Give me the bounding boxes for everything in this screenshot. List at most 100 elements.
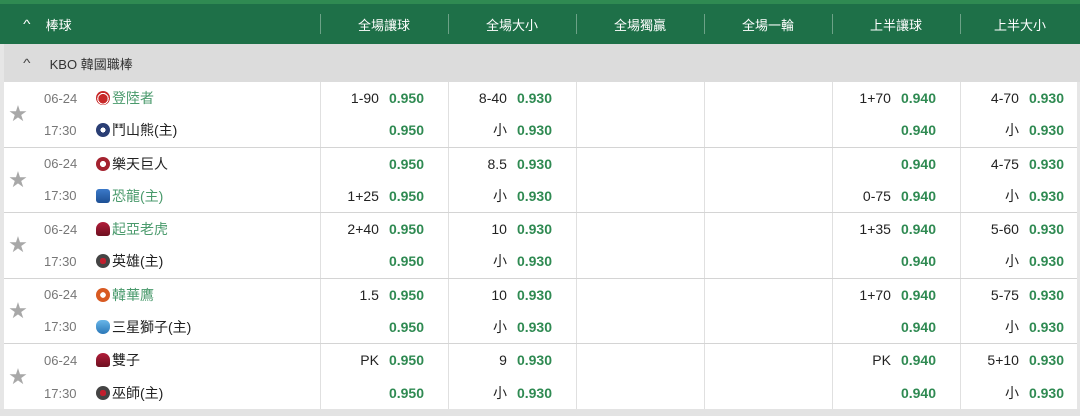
match-list: ★ 06-24 登陸者 17:30 鬥山熊(主) 1-90 0.950 0.950 8-40 0.… bbox=[4, 82, 1077, 410]
odds-option[interactable]: 4-75 0.930 bbox=[961, 148, 1077, 180]
chevron-up-icon: ^ bbox=[23, 56, 31, 70]
odds-option[interactable]: 0.950 bbox=[321, 148, 448, 180]
odds-price: 0.930 bbox=[516, 221, 552, 238]
odds-price: 0.930 bbox=[1028, 187, 1064, 204]
odds-option[interactable]: 0-75 0.940 bbox=[833, 180, 960, 212]
team-cell: 06-24 雙子 17:30 巫師(主) bbox=[32, 344, 320, 410]
odds-option[interactable]: 2+40 0.950 bbox=[321, 213, 448, 245]
team-cell: 06-24 韓華鷹 17:30 三星獅子(主) bbox=[32, 279, 320, 344]
favorite-toggle[interactable]: ★ bbox=[4, 148, 32, 213]
odds-option[interactable]: 5-60 0.930 bbox=[961, 213, 1077, 245]
odds-cell-full-total: 10 0.930 小 0.930 bbox=[448, 278, 576, 343]
odds-cell-full-moneyline bbox=[576, 344, 704, 410]
favorite-toggle[interactable]: ★ bbox=[4, 344, 32, 410]
odds-option[interactable]: 8-40 0.930 bbox=[449, 82, 576, 114]
odds-option[interactable]: 4-70 0.930 bbox=[961, 82, 1077, 114]
odds-price: 0.930 bbox=[1028, 286, 1064, 303]
odds-option[interactable]: 0.950 bbox=[321, 311, 448, 343]
odds-option[interactable]: 0.950 bbox=[321, 245, 448, 277]
favorite-toggle[interactable]: ★ bbox=[4, 82, 32, 147]
league-toggle[interactable]: ^ KBO 韓國職棒 bbox=[4, 44, 1080, 82]
odds-cell-full-first-inning bbox=[704, 213, 832, 278]
odds-option[interactable]: 0.940 bbox=[833, 114, 960, 146]
odds-price: 0.950 bbox=[388, 187, 424, 204]
odds-option[interactable]: 0.950 bbox=[321, 377, 448, 410]
odds-line: PK bbox=[360, 352, 379, 369]
odds-line: 5-75 bbox=[990, 286, 1019, 303]
match-row: ★ 06-24 起亞老虎 17:30 英雄(主) 2+40 0.950 0.950 10 0.93… bbox=[4, 213, 1077, 279]
odds-option[interactable]: 小 0.930 bbox=[961, 180, 1077, 212]
odds-option bbox=[705, 180, 832, 212]
odds-option[interactable]: 0.940 bbox=[833, 148, 960, 180]
odds-cell-full-first-inning bbox=[704, 82, 832, 147]
odds-option[interactable]: 小 0.930 bbox=[449, 377, 576, 410]
match-row: ★ 06-24 雙子 17:30 巫師(主) PK 0.950 0.950 9 0.930 小 0.9… bbox=[4, 344, 1077, 410]
odds-option[interactable]: 1+25 0.950 bbox=[321, 180, 448, 212]
odds-line: 小 bbox=[1004, 318, 1019, 335]
odds-cell-half-handicap: PK 0.940 0.940 bbox=[832, 344, 960, 410]
odds-option[interactable]: 0.940 bbox=[833, 245, 960, 277]
odds-option[interactable]: 小 0.930 bbox=[961, 114, 1077, 146]
odds-line: 小 bbox=[492, 122, 507, 139]
odds-option[interactable]: 0.940 bbox=[833, 311, 960, 343]
odds-option[interactable]: 小 0.930 bbox=[449, 311, 576, 343]
match-date: 06-24 bbox=[44, 352, 78, 368]
odds-option bbox=[705, 245, 832, 277]
odds-line: PK bbox=[872, 352, 891, 369]
odds-option[interactable]: 9 0.930 bbox=[449, 344, 576, 377]
odds-option[interactable]: 1+35 0.940 bbox=[833, 213, 960, 245]
odds-price: 0.940 bbox=[900, 385, 936, 402]
odds-line: 小 bbox=[1004, 122, 1019, 139]
odds-option[interactable]: PK 0.950 bbox=[321, 344, 448, 377]
odds-option[interactable]: 1+70 0.940 bbox=[833, 279, 960, 311]
favorite-toggle[interactable]: ★ bbox=[4, 279, 32, 344]
odds-option[interactable]: 1+70 0.940 bbox=[833, 82, 960, 114]
odds-line: 1+70 bbox=[859, 90, 891, 107]
star-icon: ★ bbox=[8, 363, 28, 389]
odds-option[interactable]: 小 0.930 bbox=[449, 180, 576, 212]
sport-toggle[interactable]: ^ 棒球 bbox=[0, 4, 320, 44]
odds-line: 5+10 bbox=[987, 352, 1019, 369]
odds-option[interactable]: 小 0.930 bbox=[961, 245, 1077, 277]
home-team-logo bbox=[96, 254, 110, 269]
odds-option[interactable]: 小 0.930 bbox=[961, 377, 1077, 410]
odds-price: 0.950 bbox=[388, 318, 424, 335]
odds-cell-full-handicap: 1.5 0.950 0.950 bbox=[320, 278, 448, 343]
odds-line: 4-75 bbox=[990, 155, 1019, 172]
odds-line: 4-70 bbox=[990, 90, 1019, 107]
odds-option[interactable]: 5+10 0.930 bbox=[961, 344, 1077, 377]
odds-option[interactable]: 10 0.930 bbox=[449, 279, 576, 311]
match-time: 17:30 bbox=[44, 253, 77, 269]
odds-option bbox=[577, 213, 704, 245]
odds-option[interactable]: 1.5 0.950 bbox=[321, 279, 448, 311]
odds-line: 5-60 bbox=[990, 221, 1019, 238]
favorite-toggle[interactable]: ★ bbox=[4, 213, 32, 278]
odds-option bbox=[577, 82, 704, 114]
odds-price: 0.940 bbox=[900, 187, 936, 204]
odds-line: 2+40 bbox=[347, 221, 379, 238]
col-header-full-first-inning: 全場一輪 bbox=[704, 4, 832, 44]
odds-option[interactable]: 10 0.930 bbox=[449, 213, 576, 245]
odds-option[interactable]: 0.950 bbox=[321, 114, 448, 146]
odds-option bbox=[577, 344, 704, 377]
odds-option[interactable]: 1-90 0.950 bbox=[321, 82, 448, 114]
away-team-logo bbox=[96, 353, 110, 368]
odds-option[interactable]: 小 0.930 bbox=[449, 114, 576, 146]
odds-option[interactable]: 5-75 0.930 bbox=[961, 279, 1077, 311]
odds-option[interactable]: PK 0.940 bbox=[833, 344, 960, 377]
odds-line: 0-75 bbox=[862, 187, 891, 204]
odds-price: 0.940 bbox=[900, 122, 936, 139]
odds-option[interactable]: 8.5 0.930 bbox=[449, 148, 576, 180]
odds-cell-half-total: 5-60 0.930 小 0.930 bbox=[960, 213, 1077, 278]
odds-line: 1+25 bbox=[347, 187, 379, 204]
odds-line: 10 bbox=[491, 221, 507, 238]
odds-cell-half-total: 4-70 0.930 小 0.930 bbox=[960, 82, 1077, 147]
match-row: ★ 06-24 登陸者 17:30 鬥山熊(主) 1-90 0.950 0.950 8-40 0.… bbox=[4, 82, 1077, 148]
odds-option[interactable]: 小 0.930 bbox=[449, 245, 576, 277]
odds-price: 0.940 bbox=[900, 221, 936, 238]
star-icon: ★ bbox=[8, 166, 28, 192]
match-time: 17:30 bbox=[44, 122, 77, 138]
odds-cell-full-moneyline bbox=[576, 213, 704, 278]
odds-option[interactable]: 0.940 bbox=[833, 377, 960, 410]
odds-option[interactable]: 小 0.930 bbox=[961, 311, 1077, 343]
